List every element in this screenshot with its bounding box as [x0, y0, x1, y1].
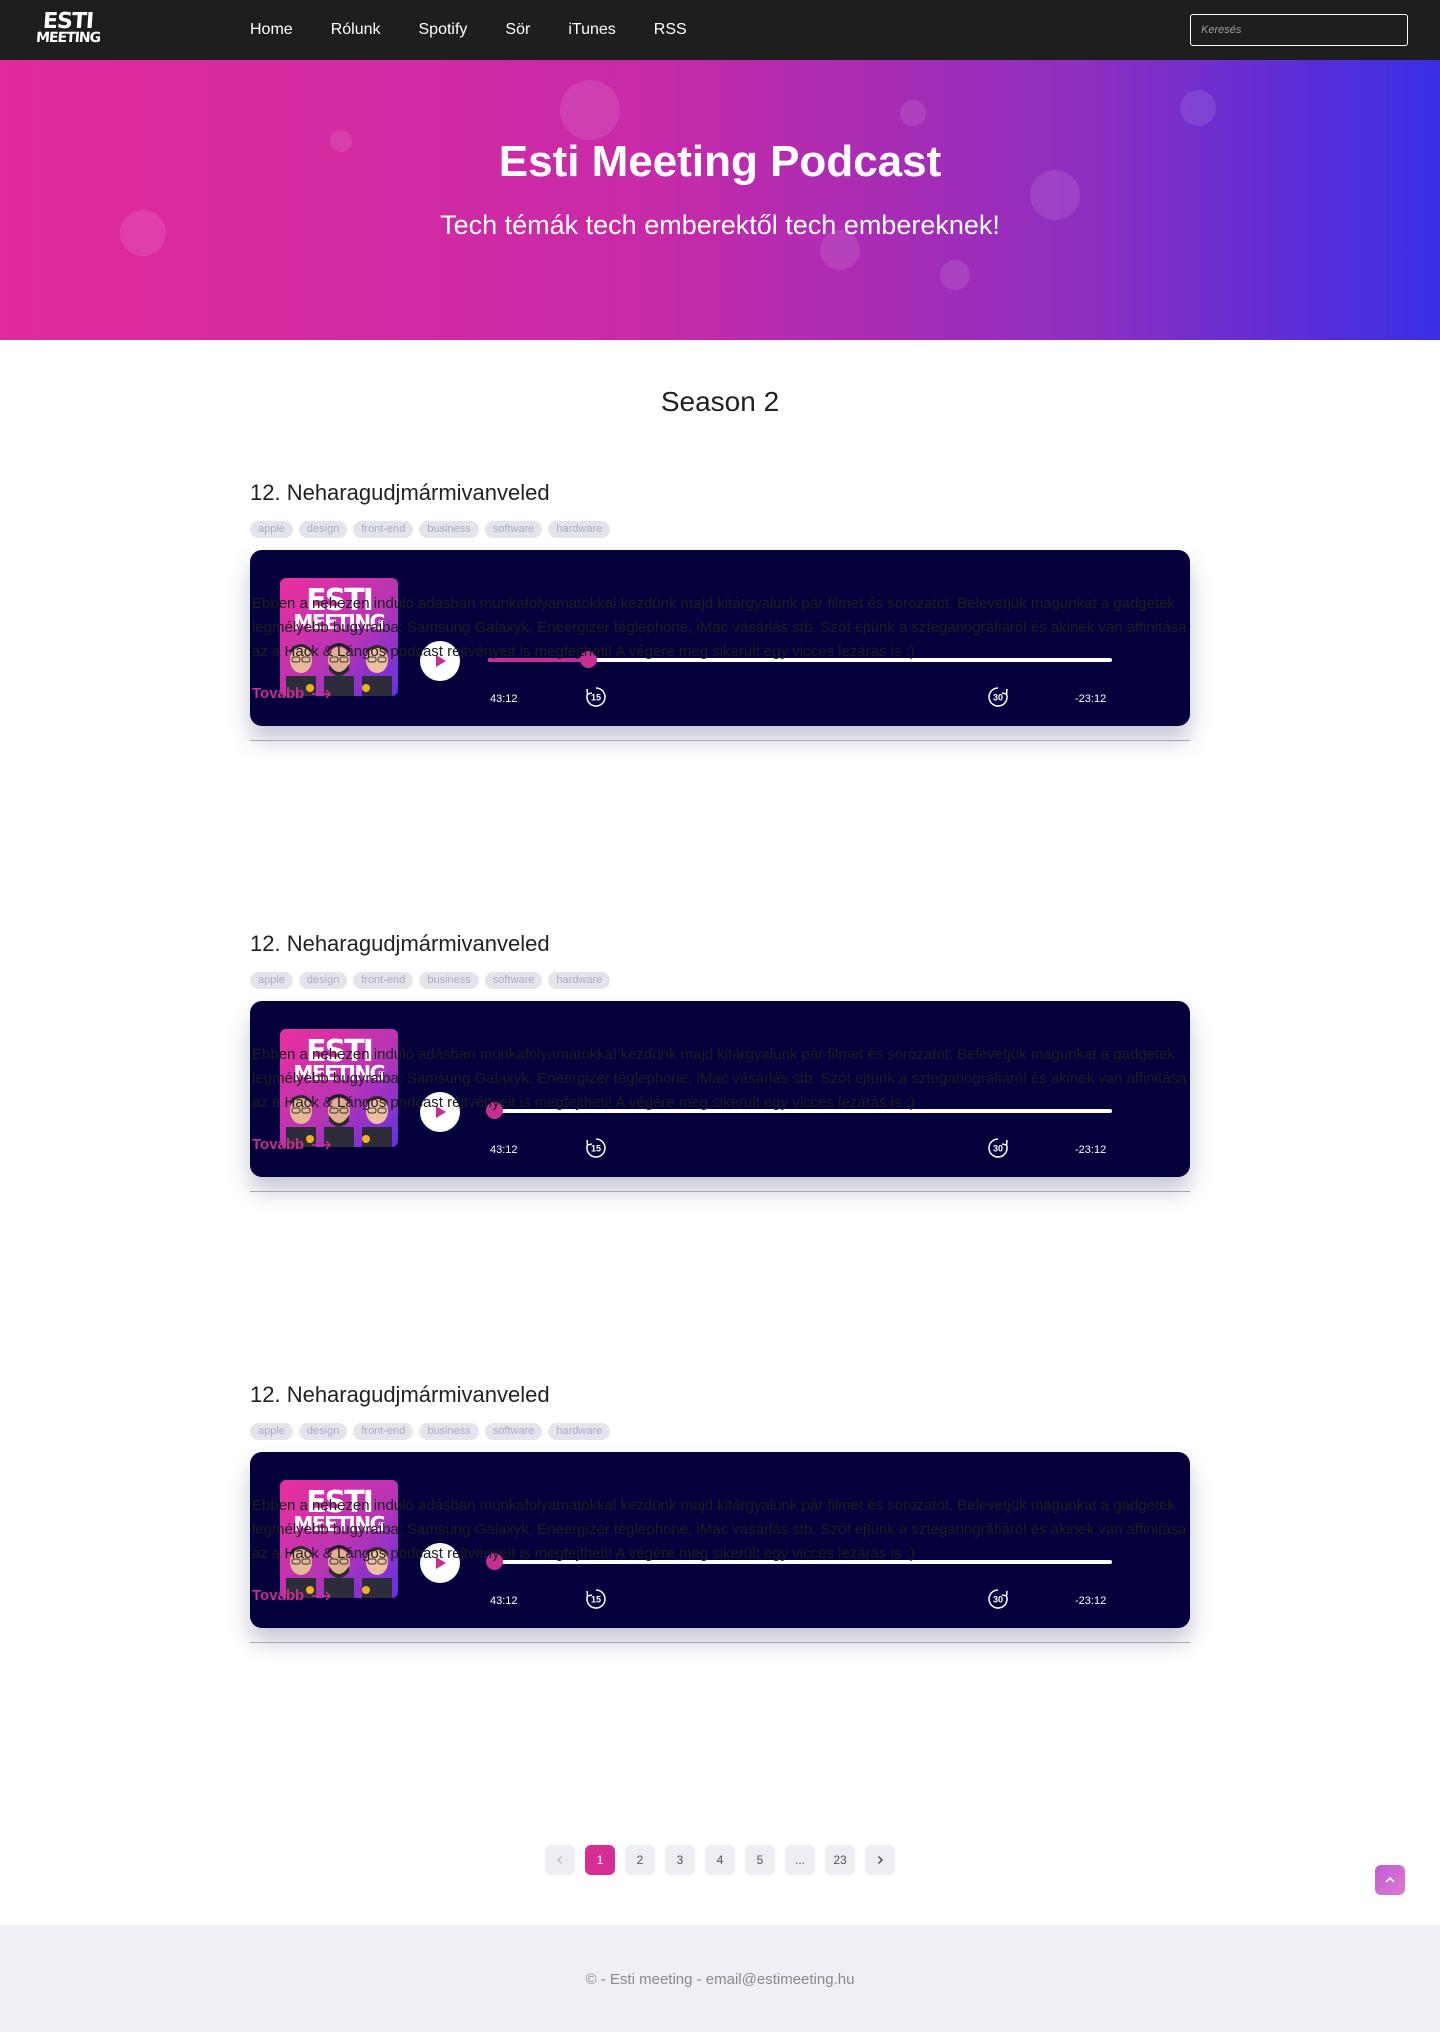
skip-forward-label: 30 [993, 1595, 1003, 1605]
skip-forward-30-icon[interactable]: 30 [986, 685, 1010, 709]
skip-back-label: 15 [591, 693, 601, 703]
current-time: 43:12 [490, 1144, 518, 1156]
tag-apple[interactable]: apple [250, 1423, 293, 1440]
read-more-link[interactable]: Tovább [252, 685, 332, 702]
nav-link-rolunk[interactable]: Rólunk [331, 21, 381, 39]
arrow-right-icon [312, 688, 332, 699]
page-button-4[interactable]: 4 [705, 1845, 735, 1875]
episode-tags: apple design front-end business software… [250, 1423, 616, 1440]
chevron-up-icon [1385, 1876, 1395, 1883]
page-button-5[interactable]: 5 [745, 1845, 775, 1875]
logo-line-2: MEETING [35, 30, 101, 46]
tag-design[interactable]: design [298, 972, 348, 989]
nav-link-itunes[interactable]: iTunes [568, 21, 615, 39]
page-button-3[interactable]: 3 [665, 1845, 695, 1875]
remaining-time: -23:12 [1075, 1144, 1107, 1156]
skip-back-label: 15 [591, 1595, 601, 1605]
episode-description: Ebben a nehezen induló adásban munkafoly… [252, 1497, 1187, 1562]
episode-card: 12. Neharagudjmármivanveled apple design… [250, 1292, 1190, 1743]
tag-design[interactable]: design [298, 1423, 348, 1440]
tag-software[interactable]: software [484, 1423, 543, 1440]
hero-bokeh [560, 80, 620, 140]
arrow-right-icon [312, 1590, 332, 1601]
site-logo[interactable]: ESTI MEETING [28, 9, 108, 49]
read-more-label: Tovább [252, 1587, 305, 1604]
chevron-left-icon [557, 1856, 562, 1864]
read-more-label: Tovább [252, 1136, 305, 1153]
episode-card: 12. Neharagudjmármivanveled apple design… [250, 841, 1190, 1292]
footer: © - Esti meeting - email@estimeeting.hu [0, 1925, 1440, 2032]
page-button-1[interactable]: 1 [585, 1845, 615, 1875]
skip-back-15-icon[interactable]: 15 [584, 685, 608, 709]
pagination: 1 2 3 4 5 ... 23 [545, 1845, 905, 1875]
tag-software[interactable]: software [484, 521, 543, 538]
footer-text: © - Esti meeting - email@estimeeting.hu [585, 1971, 855, 1988]
page-ellipsis: ... [785, 1845, 815, 1875]
chevron-right-icon [878, 1856, 883, 1864]
hero-bokeh [900, 100, 926, 126]
tag-design[interactable]: design [298, 521, 348, 538]
prev-page-button[interactable] [545, 1845, 575, 1875]
nav-link-home[interactable]: Home [250, 21, 293, 39]
tag-hardware[interactable]: hardware [548, 972, 611, 989]
nav-link-spotify[interactable]: Spotify [419, 21, 468, 39]
episode-title[interactable]: 12. Neharagudjmármivanveled [250, 480, 550, 506]
arrow-right-icon [312, 1139, 332, 1150]
tag-hardware[interactable]: hardware [548, 521, 611, 538]
episode-card: 12. Neharagudjmármivanveled apple design… [250, 390, 1190, 841]
nav-links: Home Rólunk Spotify Sör iTunes RSS [250, 0, 725, 60]
read-more-link[interactable]: Tovább [252, 1587, 332, 1604]
remaining-time: -23:12 [1075, 693, 1107, 705]
skip-back-15-icon[interactable]: 15 [584, 1587, 608, 1611]
tag-apple[interactable]: apple [250, 972, 293, 989]
tag-hardware[interactable]: hardware [548, 1423, 611, 1440]
episode-divider [250, 740, 1190, 741]
read-more-link[interactable]: Tovább [252, 1136, 332, 1153]
episode-title[interactable]: 12. Neharagudjmármivanveled [250, 931, 550, 957]
remaining-time: -23:12 [1075, 1595, 1107, 1607]
skip-forward-30-icon[interactable]: 30 [986, 1136, 1010, 1160]
hero-bokeh [1180, 90, 1216, 126]
hero-title: Esti Meeting Podcast [498, 137, 942, 186]
skip-forward-label: 30 [993, 693, 1003, 703]
current-time: 43:12 [490, 693, 518, 705]
episode-divider [250, 1642, 1190, 1643]
episode-divider [250, 1191, 1190, 1192]
tag-software[interactable]: software [484, 972, 543, 989]
hero-bokeh [940, 260, 970, 290]
tag-front-end[interactable]: front-end [353, 972, 414, 989]
page-button-2[interactable]: 2 [625, 1845, 655, 1875]
tag-business[interactable]: business [419, 521, 479, 538]
next-page-button[interactable] [865, 1845, 895, 1875]
tag-business[interactable]: business [419, 972, 479, 989]
tag-apple[interactable]: apple [250, 521, 293, 538]
scroll-to-top-button[interactable] [1375, 1865, 1405, 1895]
read-more-label: Tovább [252, 685, 305, 702]
current-time: 43:12 [490, 1595, 518, 1607]
search-input[interactable] [1190, 14, 1408, 46]
hero-subtitle: Tech témák tech emberektől tech emberekn… [440, 210, 1000, 240]
page-button-23[interactable]: 23 [825, 1845, 855, 1875]
episode-description: Ebben a nehezen induló adásban munkafoly… [252, 1046, 1187, 1111]
skip-back-15-icon[interactable]: 15 [584, 1136, 608, 1160]
tag-business[interactable]: business [419, 1423, 479, 1440]
episode-title[interactable]: 12. Neharagudjmármivanveled [250, 1382, 550, 1408]
hero-banner: Esti Meeting Podcast Tech témák tech emb… [0, 60, 1440, 340]
skip-forward-30-icon[interactable]: 30 [986, 1587, 1010, 1611]
episode-tags: apple design front-end business software… [250, 972, 616, 989]
nav-link-rss[interactable]: RSS [654, 21, 687, 39]
tag-front-end[interactable]: front-end [353, 1423, 414, 1440]
skip-back-label: 15 [591, 1144, 601, 1154]
episode-description: Ebben a nehezen induló adásban munkafoly… [252, 595, 1187, 660]
nav-link-sor[interactable]: Sör [505, 21, 530, 39]
skip-forward-label: 30 [993, 1144, 1003, 1154]
top-navbar: ESTI MEETING Home Rólunk Spotify Sör iTu… [0, 0, 1440, 60]
tag-front-end[interactable]: front-end [353, 521, 414, 538]
episode-tags: apple design front-end business software… [250, 521, 616, 538]
